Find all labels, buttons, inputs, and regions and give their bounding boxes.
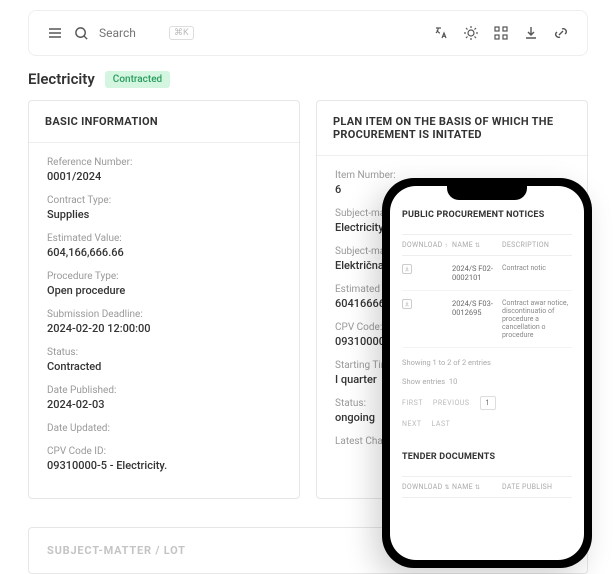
tender-heading: TENDER DOCUMENTS: [402, 452, 572, 462]
entries-summary: Showing 1 to 2 of 2 entries: [402, 358, 572, 367]
basic-info-card: BASIC INFORMATION Reference Number: 0001/…: [28, 100, 300, 499]
pagination-2: NEXT LAST: [402, 420, 572, 428]
search-input[interactable]: [99, 26, 159, 40]
col-download[interactable]: DOWNLOAD⇅: [402, 483, 446, 491]
search-icon[interactable]: [73, 25, 89, 41]
field-label: Contract Type:: [47, 195, 281, 206]
row-name: 2024/S F03-0012695: [452, 299, 496, 317]
theme-icon[interactable]: [463, 25, 479, 41]
field-label: Submission Deadline:: [47, 309, 281, 320]
field-label: CPV Code ID:: [47, 446, 281, 457]
plan-item-heading: PLAN ITEM ON THE BASIS OF WHICH THE PROC…: [317, 101, 587, 156]
sort-icon: ⇅: [475, 484, 480, 491]
sort-up-icon: ↑: [444, 242, 447, 249]
tender-card: TENDER DOCUMENTS DOWNLOAD⇅ NAME⇅ DATE PU…: [402, 452, 572, 498]
basic-info-heading: BASIC INFORMATION: [29, 101, 299, 143]
field-value: 2024-02-20 12:00:00: [47, 322, 281, 335]
download-icon[interactable]: [523, 25, 539, 41]
status-badge: Contracted: [105, 71, 170, 88]
field-value: 604,166,666.66: [47, 246, 281, 259]
download-row-icon[interactable]: [402, 299, 412, 309]
col-name[interactable]: NAME⇅: [452, 241, 496, 249]
grid-icon[interactable]: [493, 25, 509, 41]
tender-table-header: DOWNLOAD⇅ NAME⇅ DATE PUBLISH: [402, 476, 572, 498]
field-label: Estimated Value:: [47, 233, 281, 244]
field-label: Reference Number:: [47, 157, 281, 168]
row-desc: Contract awar notice, discontinuatio of …: [502, 299, 572, 339]
translate-icon[interactable]: [433, 25, 449, 41]
pager-last[interactable]: LAST: [432, 420, 451, 428]
notices-card: PUBLIC PROCUREMENT NOTICES DOWNLOAD↑ NAM…: [402, 210, 572, 428]
field-label: Date Published:: [47, 385, 281, 396]
field-label: Date Updated:: [47, 423, 281, 434]
page-title-bar: Electricity Contracted: [28, 70, 588, 88]
top-toolbar: ⌘K: [28, 10, 588, 56]
col-name[interactable]: NAME⇅: [452, 483, 496, 491]
field-value: 2024-02-03: [47, 398, 281, 411]
sort-icon: ⇅: [475, 242, 480, 249]
link-icon[interactable]: [553, 25, 569, 41]
field-value: 09310000-5 - Electricity.: [47, 459, 281, 472]
table-row: 2024/S F03-0012695 Contract awar notice,…: [402, 291, 572, 348]
notices-heading: PUBLIC PROCUREMENT NOTICES: [402, 210, 572, 220]
show-entries-select[interactable]: 10: [449, 377, 457, 386]
download-row-icon[interactable]: [402, 264, 412, 274]
field-value: Contracted: [47, 360, 281, 373]
show-entries: Show entries 10: [402, 377, 572, 386]
phone-mockup: PUBLIC PROCUREMENT NOTICES DOWNLOAD↑ NAM…: [382, 178, 592, 568]
field-value: 0001/2024: [47, 170, 281, 183]
search-shortcut: ⌘K: [169, 26, 194, 40]
table-row: 2024/S F02-0002101 Contract notic: [402, 256, 572, 291]
field-label: Status:: [47, 347, 281, 358]
sort-icon: ⇅: [444, 484, 449, 491]
pager-first[interactable]: FIRST: [402, 399, 423, 407]
notices-table-header: DOWNLOAD↑ NAME⇅ DESCRIPTION: [402, 234, 572, 256]
field-value: Supplies: [47, 208, 281, 221]
pager-prev[interactable]: PREVIOUS: [433, 399, 470, 407]
field-label: Procedure Type:: [47, 271, 281, 282]
col-date-published[interactable]: DATE PUBLISH: [502, 483, 572, 491]
pager-page[interactable]: 1: [480, 396, 496, 410]
pagination: FIRST PREVIOUS 1: [402, 396, 572, 410]
col-description[interactable]: DESCRIPTION: [502, 241, 572, 249]
phone-notch: [447, 186, 527, 200]
page-title: Electricity: [28, 70, 95, 88]
col-download[interactable]: DOWNLOAD↑: [402, 241, 446, 249]
menu-icon[interactable]: [47, 25, 63, 41]
pager-next[interactable]: NEXT: [402, 420, 422, 428]
row-name: 2024/S F02-0002101: [452, 264, 496, 282]
field-value: Open procedure: [47, 284, 281, 297]
row-desc: Contract notic: [502, 264, 572, 272]
